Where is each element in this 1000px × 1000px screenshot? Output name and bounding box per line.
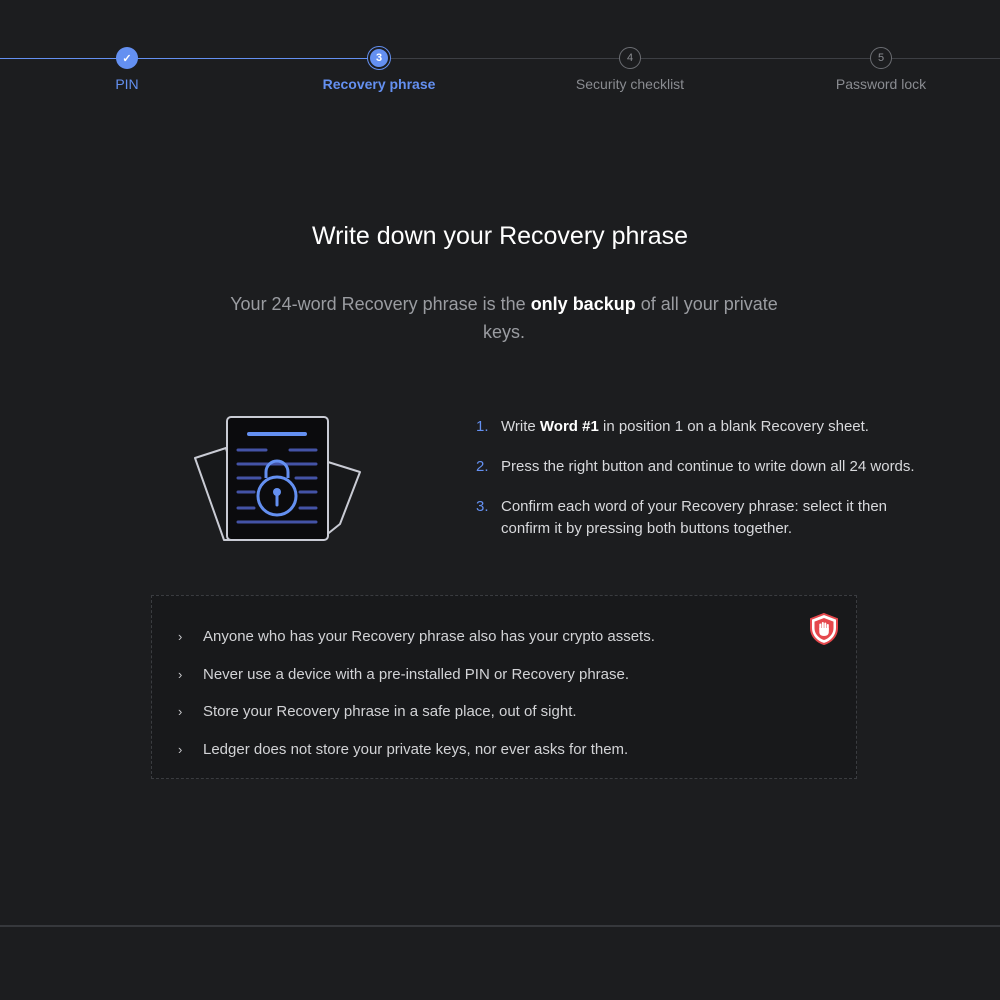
step-recovery-phrase: 3 Recovery phrase [279, 47, 479, 92]
step-label: PIN [115, 76, 139, 92]
step-number: 3 [368, 47, 390, 69]
step-password-lock: 5 Password lock [781, 47, 981, 92]
instruction-text: Press the right button and continue to w… [501, 458, 915, 475]
footer-divider [0, 925, 1000, 927]
onboarding-stepper: ✓ PIN 3 Recovery phrase 4 Security check… [0, 0, 1000, 110]
instruction-text: Write Word #1 in position 1 on a blank R… [501, 418, 869, 435]
warning-list: › Anyone who has your Recovery phrase als… [178, 618, 655, 768]
security-warning-box: › Anyone who has your Recovery phrase als… [151, 595, 857, 779]
locked-document-icon [190, 412, 365, 547]
step-label: Password lock [835, 76, 927, 92]
list-item: › Anyone who has your Recovery phrase als… [178, 628, 655, 646]
step-label: Recovery phrase [322, 76, 436, 92]
stop-hand-shield-icon [808, 612, 840, 646]
list-item: › Ledger does not store your private keys… [178, 740, 629, 758]
step-label: Security checklist [575, 76, 685, 92]
step-security-checklist: 4 Security checklist [530, 47, 730, 92]
step-pin: ✓ PIN [27, 47, 227, 92]
instruction-list: 1. Write Word #1 in position 1 on a blan… [476, 416, 976, 558]
step-number: 4 [619, 47, 641, 69]
chevron-right-icon: › [178, 741, 183, 757]
page-title: Write down your Recovery phrase [311, 222, 689, 250]
instruction-item: 3. Confirm each word of your Recovery ph… [476, 496, 976, 540]
instruction-text: Confirm each word of your Recovery phras… [501, 498, 888, 537]
chevron-right-icon: › [178, 666, 183, 682]
list-item: › Never use a device with a pre-installed… [178, 665, 630, 683]
step-number: 5 [870, 47, 892, 69]
chevron-right-icon: › [178, 704, 183, 720]
instruction-item: 1. Write Word #1 in position 1 on a blan… [476, 416, 976, 438]
check-icon: ✓ [116, 47, 138, 69]
list-item: › Store your Recovery phrase in a safe pl… [178, 703, 577, 721]
chevron-right-icon: › [178, 629, 183, 645]
instruction-item: 2. Press the right button and continue t… [476, 456, 976, 478]
page-subtitle: Your 24-word Recovery phrase is the only… [230, 294, 778, 342]
